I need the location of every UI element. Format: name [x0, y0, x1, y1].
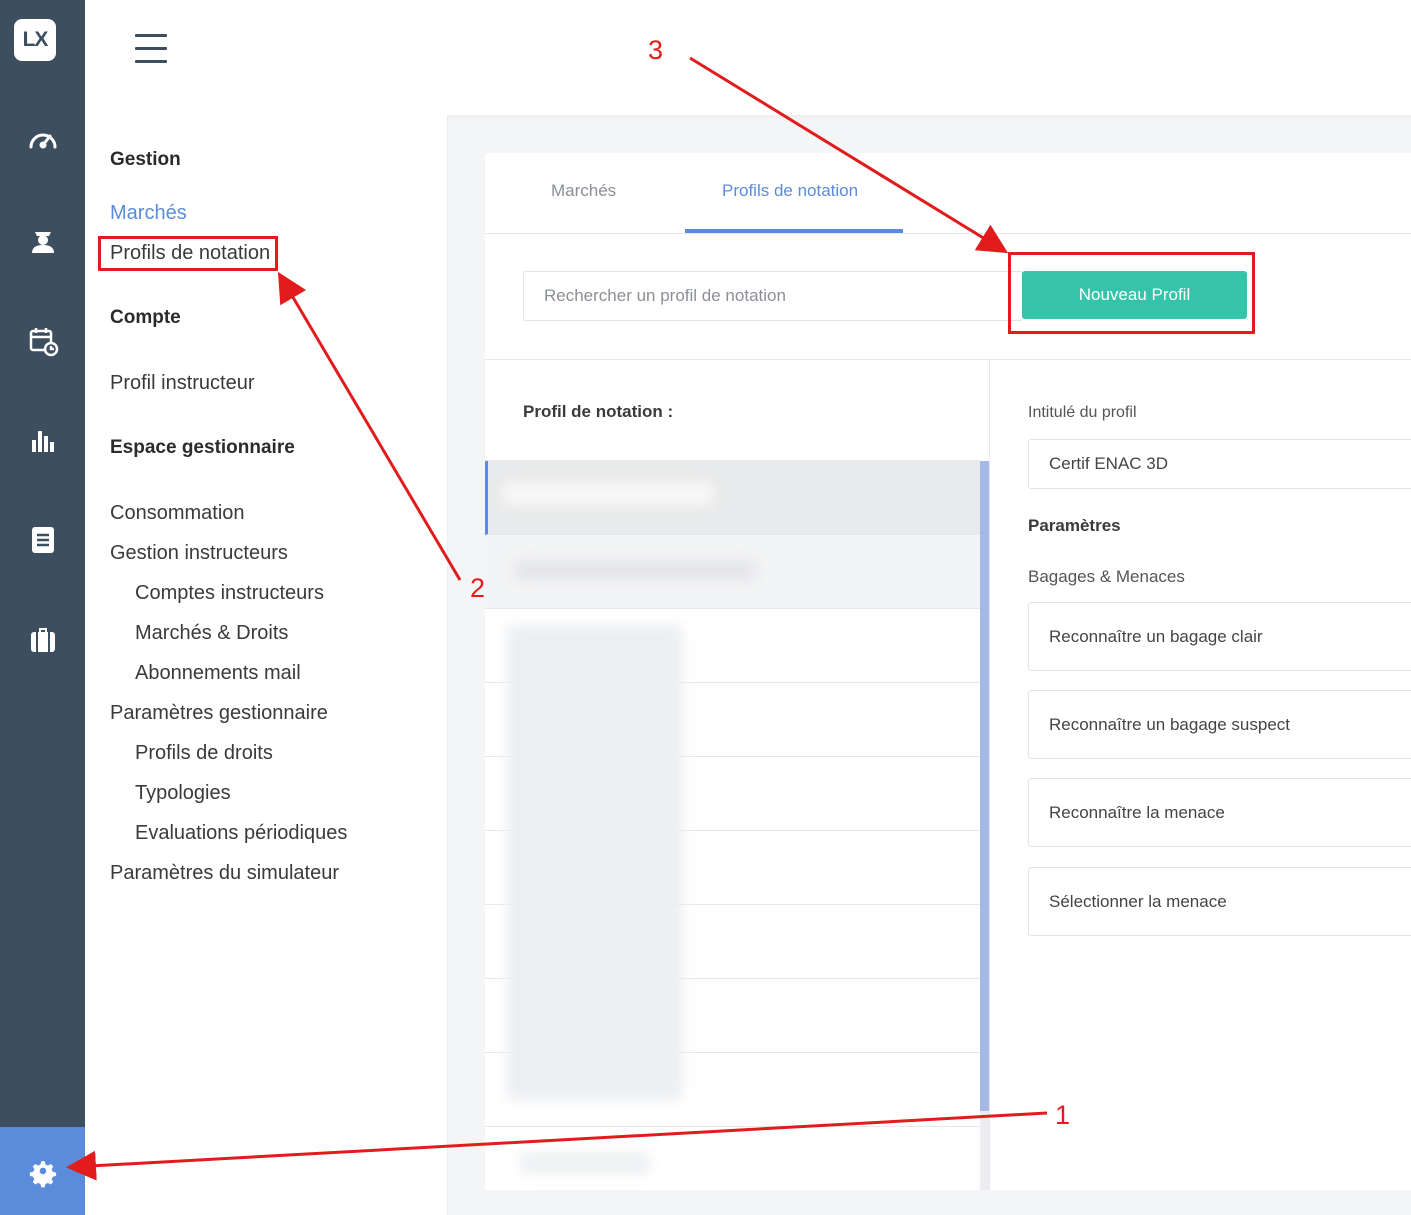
speedometer-icon	[29, 133, 56, 149]
luggage-nav[interactable]	[0, 610, 85, 670]
menu-item-comptes-instructeurs[interactable]: Comptes instructeurs	[135, 582, 324, 605]
bar-chart-icon	[31, 431, 54, 452]
menu-item-abonnements-mail[interactable]: Abonnements mail	[135, 662, 301, 685]
menu-toggle-icon[interactable]	[135, 34, 167, 66]
parametres-heading: Paramètres	[1028, 516, 1121, 535]
gear-icon	[29, 1161, 56, 1188]
menu-item-parametres-simulateur[interactable]: Paramètres du simulateur	[110, 862, 339, 885]
list-item[interactable]	[485, 1127, 980, 1201]
section-label: Bagages & Menaces	[1028, 567, 1185, 586]
tab-profils-notation[interactable]: Profils de notation	[722, 181, 858, 201]
menu-heading-compte: Compte	[110, 307, 181, 328]
menu-item-evaluations[interactable]: Evaluations périodiques	[135, 822, 347, 845]
list-title: Profil de notation :	[523, 402, 674, 421]
active-tab-indicator	[685, 229, 903, 233]
parameter-item[interactable]: Sélectionner la menace	[1028, 867, 1411, 936]
calendar-nav[interactable]	[0, 310, 85, 370]
redacted-text	[520, 1152, 650, 1174]
profile-list: Profil de notation :	[485, 360, 990, 1190]
menu-item-gestion-instructeurs[interactable]: Gestion instructeurs	[110, 542, 288, 565]
icon-rail: LX	[0, 0, 85, 1215]
parameter-item[interactable]: Reconnaître la menace	[1028, 778, 1411, 847]
annotation-number-2: 2	[470, 573, 486, 603]
tab-marches[interactable]: Marchés	[551, 181, 616, 201]
new-profile-button[interactable]: Nouveau Profil	[1022, 271, 1247, 319]
redacted-text	[503, 483, 713, 505]
menu-item-parametres-gestionnaire[interactable]: Paramètres gestionnaire	[110, 702, 328, 725]
list-item[interactable]	[485, 461, 980, 535]
instructors-nav[interactable]	[0, 210, 85, 270]
document-list-icon	[31, 527, 54, 553]
user-badge-icon	[31, 232, 54, 253]
scrollbar-thumb[interactable]	[980, 461, 989, 1111]
app-logo[interactable]: LX	[14, 19, 56, 61]
menu-item-profil-instructeur[interactable]: Profil instructeur	[110, 372, 255, 395]
tab-bar: Marchés Profils de notation	[485, 153, 1411, 234]
menu-item-typologies[interactable]: Typologies	[135, 782, 231, 805]
menu-item-profils-droits[interactable]: Profils de droits	[135, 742, 273, 765]
menu-item-consommation[interactable]: Consommation	[110, 502, 245, 525]
menu-heading-espace: Espace gestionnaire	[110, 437, 295, 458]
settings-nav[interactable]	[0, 1127, 85, 1215]
calendar-clock-icon	[29, 328, 58, 357]
parameter-item[interactable]: Reconnaître un bagage suspect	[1028, 690, 1411, 759]
briefcase-icon	[30, 628, 55, 652]
section-menu: Gestion Marchés Profils de notation Comp…	[85, 115, 448, 1215]
dashboard-nav[interactable]	[0, 110, 85, 170]
parameter-item[interactable]: Reconnaître un bagage clair	[1028, 602, 1411, 671]
intitule-label: Intitulé du profil	[1028, 404, 1137, 421]
redacted-block	[507, 625, 682, 1100]
statistics-nav[interactable]	[0, 410, 85, 470]
list-scrollbar[interactable]	[980, 461, 989, 1190]
top-header	[85, 0, 1411, 115]
menu-item-marches-droits[interactable]: Marchés & Droits	[135, 622, 288, 645]
menu-item-profils-notation[interactable]: Profils de notation	[110, 242, 270, 265]
menu-item-marches[interactable]: Marchés	[110, 202, 187, 225]
main-card: Marchés Profils de notation Nouveau Prof…	[485, 153, 1411, 1190]
redacted-text	[515, 560, 755, 580]
documents-nav[interactable]	[0, 510, 85, 570]
intitule-field[interactable]: Certif ENAC 3D	[1028, 439, 1411, 489]
menu-heading-gestion: Gestion	[110, 149, 181, 170]
search-input[interactable]	[523, 271, 1023, 321]
list-item[interactable]	[485, 535, 980, 609]
